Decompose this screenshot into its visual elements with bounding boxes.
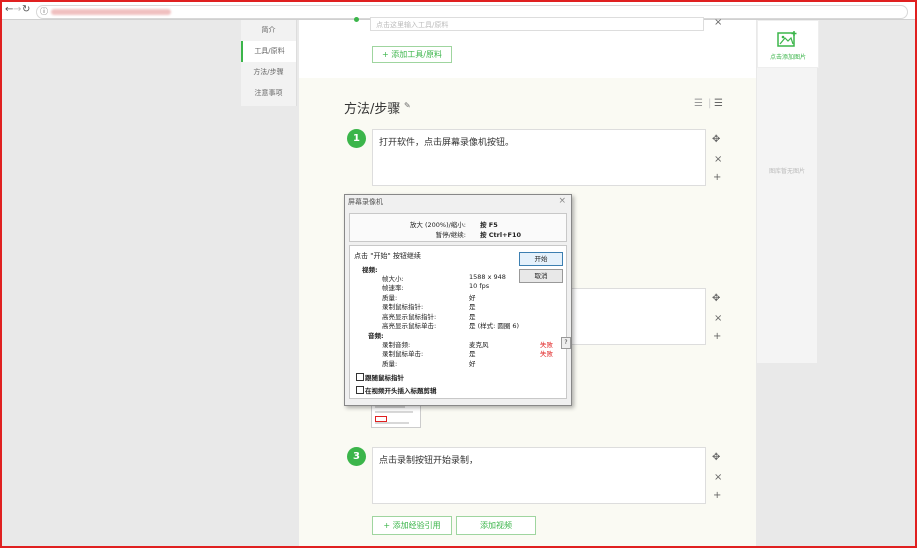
screen-recorder-dialog: 屏幕录像机 × 放大 (200%)/缩小: 按 F5 暂停/继续: 按 Ctrl… <box>344 194 572 406</box>
follow-mouse-checkbox[interactable] <box>356 373 364 381</box>
help-button[interactable]: ? <box>561 337 571 349</box>
info-icon[interactable]: ⓘ <box>40 6 48 17</box>
hotkey-pause-key: 按 Ctrl+F10 <box>480 231 522 239</box>
nav-item-intro[interactable]: 简介 <box>241 20 296 41</box>
step-number-1: 1 <box>347 129 366 148</box>
video-label: 录制鼠标指针: <box>382 303 424 311</box>
thumb-line <box>375 406 405 408</box>
image-library-panel <box>757 20 817 363</box>
delete-step-icon[interactable]: × <box>714 472 722 483</box>
insert-title-label: 在视频开头插入标题剪辑 <box>365 387 437 395</box>
step-3-text[interactable]: 点击录制按钮开始录制， <box>372 447 706 504</box>
add-image-label: 点击添加图片 <box>769 54 806 61</box>
arrow-right-icon[interactable]: → <box>13 4 21 16</box>
add-step-icon[interactable]: + <box>713 490 721 501</box>
add-step-icon[interactable]: + <box>713 172 721 183</box>
insert-title-checkbox[interactable] <box>356 386 364 394</box>
delete-step-icon[interactable]: × <box>714 313 722 324</box>
hotkey-zoom-label: 放大 (200%)/缩小: <box>409 221 466 229</box>
follow-mouse-label: 跟随鼠标指针 <box>365 374 404 382</box>
add-tool-button[interactable]: + 添加工具/原料 <box>372 46 452 63</box>
reload-icon[interactable]: ↻ <box>22 4 30 16</box>
video-value: 是 <box>469 303 476 311</box>
blurred-url <box>51 9 171 15</box>
move-step-icon[interactable]: ✥ <box>712 452 720 463</box>
hotkey-pause-label: 暂停/继续: <box>435 231 466 239</box>
step-1-text[interactable]: 打开软件，点击屏幕录像机按钮。 <box>372 129 706 186</box>
left-navigation: 简介 工具/原料 方法/步骤 注意事项 <box>241 20 297 106</box>
dialog-title: 屏幕录像机 <box>348 198 383 206</box>
video-label: 高亮显示鼠标单击: <box>382 322 437 330</box>
divider-icon: | <box>708 98 712 109</box>
tool-input[interactable]: 点击这里输入工具/原料 <box>370 17 704 31</box>
tool-bullet <box>354 17 359 22</box>
audio-label: 录制鼠标单击: <box>382 350 424 358</box>
thumb-line <box>375 411 413 413</box>
move-step-icon[interactable]: ✥ <box>712 293 720 304</box>
move-step-icon[interactable]: ✥ <box>712 134 720 145</box>
no-image-label: 图库暂无图片 <box>768 168 805 175</box>
outline-view-icon[interactable]: ☰ <box>714 98 723 109</box>
instruction-text: 点击 "开始" 按钮继续 <box>354 252 421 260</box>
video-value: 是 (样式: 圆圈 6) <box>469 322 520 330</box>
audio-value: 好 <box>469 360 476 368</box>
video-header: 视频: <box>362 266 378 274</box>
hotkey-panel: 放大 (200%)/缩小: 按 F5 暂停/继续: 按 Ctrl+F10 <box>349 213 567 242</box>
hotkey-zoom-key: 按 F5 <box>480 221 498 229</box>
cancel-button[interactable]: 取消 <box>519 269 563 283</box>
add-image-button[interactable]: 点击添加图片 <box>757 20 819 68</box>
image-icon <box>777 31 797 47</box>
audio-label: 质量: <box>382 360 398 368</box>
video-label: 帧速率: <box>382 284 404 292</box>
audio-status-fail: 失败 <box>540 350 553 358</box>
steps-section-title: 方法/步骤 <box>344 102 401 117</box>
delete-step-icon[interactable]: × <box>714 154 722 165</box>
thumb-line <box>375 422 409 424</box>
close-icon[interactable]: × <box>558 196 566 206</box>
video-value: 10 fps <box>469 282 490 290</box>
audio-value: 是 <box>469 350 476 358</box>
nav-item-steps[interactable]: 方法/步骤 <box>241 62 296 83</box>
settings-panel: 点击 "开始" 按钮继续 开始 取消 视频: 帧大小: 1588 x 948 帧… <box>349 245 571 399</box>
nav-item-tools[interactable]: 工具/原料 <box>241 41 296 62</box>
add-reference-button[interactable]: + 添加经验引用 <box>372 516 452 535</box>
remove-tool-icon[interactable]: × <box>714 17 722 28</box>
nav-item-notes[interactable]: 注意事项 <box>241 83 296 104</box>
add-video-button[interactable]: 添加视频 <box>456 516 536 535</box>
step-number-3: 3 <box>347 447 366 466</box>
list-view-icon[interactable]: ☰ <box>694 98 703 109</box>
start-button[interactable]: 开始 <box>519 252 563 266</box>
video-value: 1588 x 948 <box>469 273 506 281</box>
add-step-icon[interactable]: + <box>713 331 721 342</box>
edit-pencil-icon[interactable]: ✎ <box>404 101 411 110</box>
